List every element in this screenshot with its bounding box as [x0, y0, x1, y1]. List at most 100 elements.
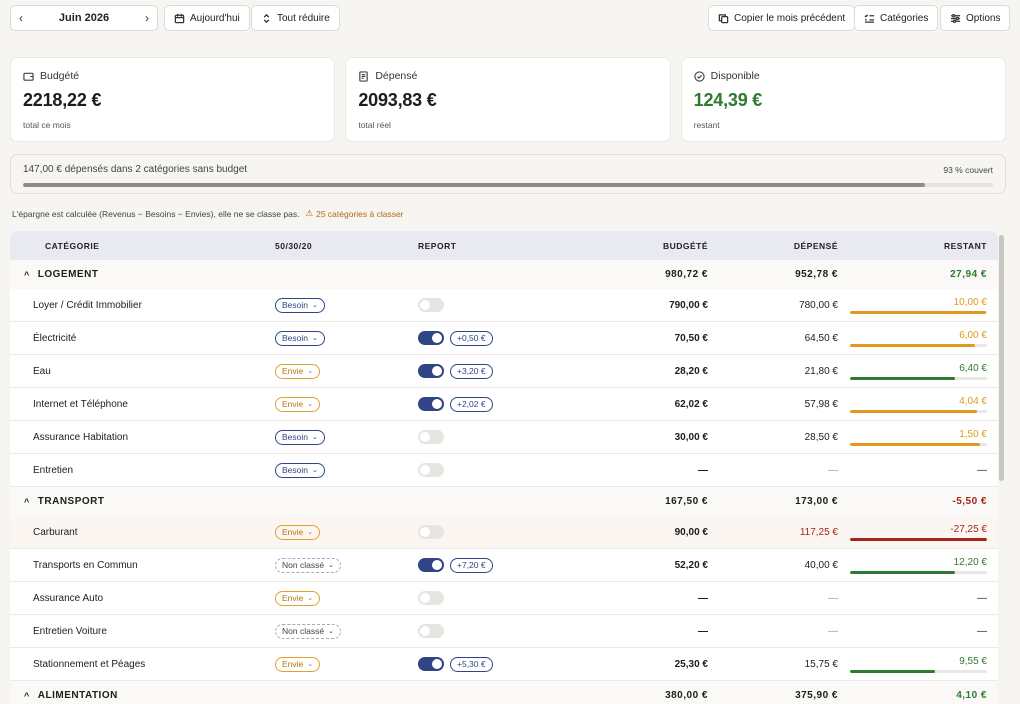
carry-toggle[interactable] — [418, 430, 444, 444]
carry-amount[interactable]: +7,20 € — [450, 557, 493, 573]
budget-value[interactable]: 30,00 € — [675, 421, 708, 453]
budget-value[interactable]: 90,00 € — [675, 516, 708, 548]
category-name[interactable]: Entretien Voiture — [33, 615, 107, 647]
chevron-down-icon: ⌄ — [312, 434, 318, 441]
carry-toggle[interactable] — [418, 657, 444, 671]
type-select[interactable]: Besoin ⌄ — [275, 429, 325, 445]
group-row[interactable]: ^ ALIMENTATION 380,00 € 375,90 € 4,10 € — [10, 681, 998, 704]
category-name[interactable]: Internet et Téléphone — [33, 388, 128, 420]
categories-button[interactable]: Catégories — [854, 5, 939, 31]
carry-amount[interactable]: +2,02 € — [450, 396, 493, 412]
table-row[interactable]: Stationnement et Péages Envie ⌄ +5,30 € 2… — [10, 648, 998, 681]
chevron-down-icon: ⌄ — [312, 335, 318, 342]
category-name[interactable]: Eau — [33, 355, 51, 387]
scrollbar-thumb[interactable] — [999, 235, 1004, 481]
collapse-all-button[interactable]: Tout réduire — [251, 5, 340, 31]
type-select[interactable]: Non classé ⌄ — [275, 557, 341, 573]
chevron-up-icon[interactable]: ^ — [24, 497, 30, 507]
carry-toggle[interactable] — [418, 364, 444, 378]
budget-value[interactable]: 28,20 € — [675, 355, 708, 387]
carry-amount[interactable]: +5,30 € — [450, 656, 493, 672]
current-month[interactable]: Juin 2026 — [59, 12, 109, 24]
budget-value[interactable]: — — [698, 454, 708, 486]
carry-toggle[interactable] — [418, 624, 444, 638]
uncategorized-warning[interactable]: ⚠ 25 catégories à classer — [305, 208, 403, 219]
chevron-right-icon[interactable]: › — [145, 11, 149, 25]
table-row[interactable]: Eau Envie ⌄ +3,20 € 28,20 € 21,80 € 6,40 … — [10, 355, 998, 388]
chevron-down-icon: ⌄ — [312, 467, 318, 474]
carry-toggle[interactable] — [418, 331, 444, 345]
spent-value: 21,80 € — [804, 365, 838, 377]
spent-value: — — [828, 464, 838, 476]
remaining-value: — — [977, 464, 987, 476]
type-select[interactable]: Besoin ⌄ — [275, 462, 325, 478]
type-select[interactable]: Envie ⌄ — [275, 396, 321, 412]
carry-toggle[interactable] — [418, 591, 444, 605]
budget-value[interactable]: 25,30 € — [675, 648, 708, 680]
budget-value[interactable]: 790,00 € — [669, 289, 708, 321]
carry-toggle[interactable] — [418, 463, 444, 477]
wallet-icon — [23, 72, 34, 81]
table-row[interactable]: Assurance Habitation Besoin ⌄ 30,00 € 28,… — [10, 421, 998, 454]
month-navigator: ‹ Juin 2026 › — [10, 5, 158, 31]
table-row[interactable]: Internet et Téléphone Envie ⌄ +2,02 € 62,… — [10, 388, 998, 421]
copy-previous-month-button[interactable]: Copier le mois précédent — [708, 5, 856, 31]
category-name[interactable]: Entretien — [33, 454, 73, 486]
budget-value[interactable]: 52,20 € — [675, 549, 708, 581]
table-row[interactable]: Assurance Auto Envie ⌄ — — — — [10, 582, 998, 615]
group-remaining: -5,50 € — [952, 496, 987, 507]
options-button[interactable]: Options — [940, 5, 1011, 31]
chevron-down-icon: ⌄ — [307, 661, 314, 668]
category-name[interactable]: Assurance Habitation — [33, 421, 128, 453]
type-select[interactable]: Envie ⌄ — [275, 590, 321, 606]
type-select[interactable]: Besoin ⌄ — [275, 297, 325, 313]
type-select[interactable]: Envie ⌄ — [275, 363, 321, 379]
group-remaining: 4,10 € — [956, 690, 987, 701]
chevron-down-icon: ⌄ — [307, 401, 314, 408]
coverage-bar — [23, 183, 993, 187]
group-budget: 167,50 € — [665, 496, 708, 507]
budget-value[interactable]: — — [698, 615, 708, 647]
category-name[interactable]: Transports en Commun — [33, 549, 138, 581]
budget-value[interactable]: 62,02 € — [675, 388, 708, 420]
carry-toggle[interactable] — [418, 397, 444, 411]
chevron-up-icon[interactable]: ^ — [24, 270, 30, 280]
type-select[interactable]: Envie ⌄ — [275, 524, 321, 540]
remaining-bar-fill — [850, 310, 986, 314]
copy-icon — [718, 13, 729, 23]
carry-toggle[interactable] — [418, 525, 444, 539]
category-name[interactable]: Assurance Auto — [33, 582, 103, 614]
group-row[interactable]: ^ LOGEMENT 980,72 € 952,78 € 27,94 € — [10, 260, 998, 289]
coverage-text: 147,00 € dépensés dans 2 catégories sans… — [23, 164, 248, 175]
table-row[interactable]: Transports en Commun Non classé ⌄ +7,20 €… — [10, 549, 998, 582]
budget-value[interactable]: 70,50 € — [675, 322, 708, 354]
carry-toggle[interactable] — [418, 298, 444, 312]
list-check-icon — [864, 13, 875, 23]
table-row[interactable]: Entretien Voiture Non classé ⌄ — — — — [10, 615, 998, 648]
type-select[interactable]: Envie ⌄ — [275, 656, 321, 672]
budget-value[interactable]: — — [698, 582, 708, 614]
carry-amount[interactable]: +3,20 € — [450, 363, 493, 379]
carry-toggle[interactable] — [418, 558, 444, 572]
category-name[interactable]: Carburant — [33, 516, 77, 548]
spent-card: Dépensé 2093,83 € total réel — [345, 57, 671, 142]
spent-value: 57,98 € — [804, 398, 838, 410]
chevron-left-icon[interactable]: ‹ — [19, 11, 23, 25]
table-row[interactable]: Électricité Besoin ⌄ +0,50 € 70,50 € 64,5… — [10, 322, 998, 355]
group-row[interactable]: ^ TRANSPORT 167,50 € 173,00 € -5,50 € — [10, 487, 998, 516]
category-name[interactable]: Électricité — [33, 322, 76, 354]
type-select[interactable]: Besoin ⌄ — [275, 330, 325, 346]
type-select[interactable]: Non classé ⌄ — [275, 623, 341, 639]
table-row[interactable]: Entretien Besoin ⌄ — — — — [10, 454, 998, 487]
table-scrollbar[interactable] — [999, 231, 1004, 704]
group-name: TRANSPORT — [37, 496, 105, 507]
chevron-up-icon[interactable]: ^ — [24, 691, 30, 701]
table-row[interactable]: Loyer / Crédit Immobilier Besoin ⌄ 790,00… — [10, 289, 998, 322]
carry-amount[interactable]: +0,50 € — [450, 330, 493, 346]
category-name[interactable]: Stationnement et Péages — [33, 648, 145, 680]
category-name[interactable]: Loyer / Crédit Immobilier — [33, 289, 142, 321]
table-row[interactable]: Carburant Envie ⌄ 90,00 € 117,25 € -27,25… — [10, 516, 998, 549]
remaining-value: — — [977, 592, 987, 604]
today-button[interactable]: Aujourd'hui — [164, 5, 250, 31]
group-name: LOGEMENT — [37, 269, 99, 280]
